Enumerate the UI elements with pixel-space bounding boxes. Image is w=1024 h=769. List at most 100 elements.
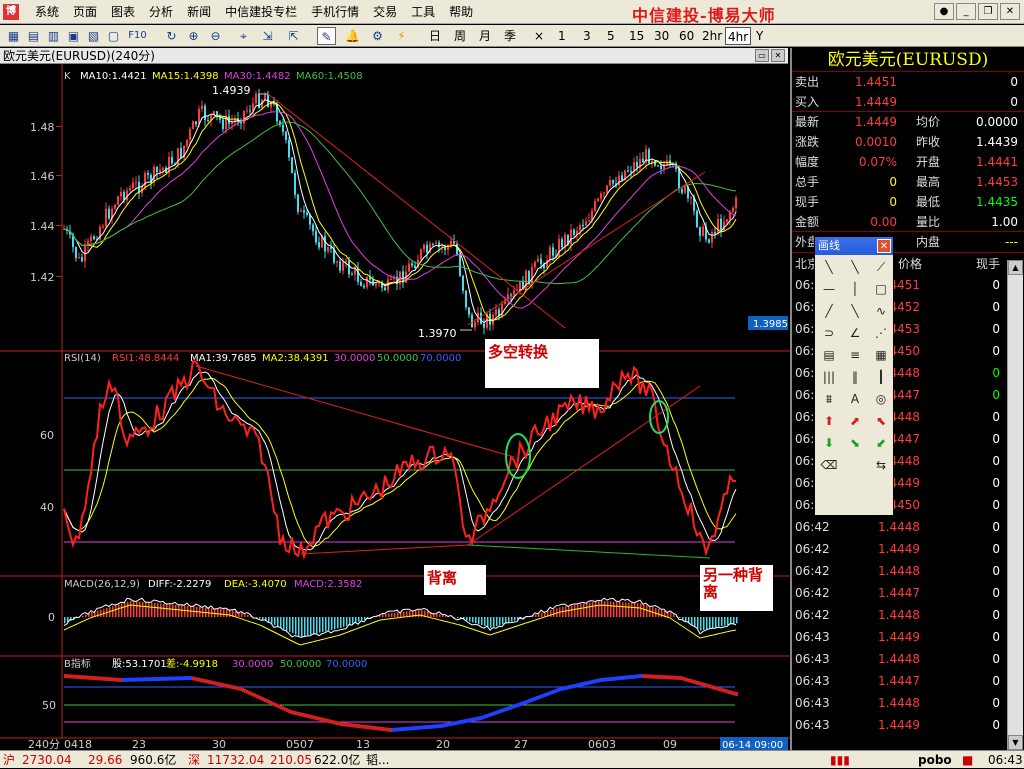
b-bar — [142, 677, 144, 681]
macd-bar — [643, 604, 645, 617]
candle-body — [459, 255, 461, 276]
fan-icon[interactable]: ⋰ — [868, 322, 894, 344]
eraser-icon[interactable]: ⌫ — [816, 454, 842, 476]
period-close[interactable]: × — [534, 27, 544, 45]
down-line-icon[interactable]: ╲ — [842, 300, 868, 322]
minimize-icon[interactable]: _ — [956, 3, 976, 20]
cycle-grid-icon[interactable]: ◎ — [868, 388, 894, 410]
period-2hr[interactable]: 2hr — [702, 27, 722, 45]
period-quarter[interactable]: 季 — [504, 27, 516, 45]
app-icon[interactable]: ● — [934, 3, 954, 20]
wave-icon[interactable]: ∿ — [868, 300, 894, 322]
period-icon[interactable]: ‖ — [842, 366, 868, 388]
rsi-l70-label: 70.0000 — [420, 353, 461, 364]
period-3min[interactable]: 3 — [583, 27, 591, 45]
b-bar — [728, 690, 730, 694]
period-60min[interactable]: 60 — [679, 27, 694, 45]
zoom-out-icon[interactable]: ⊖ — [206, 27, 225, 45]
gann-icon[interactable]: ▦ — [868, 344, 894, 366]
up-line-icon[interactable]: ╱ — [816, 300, 842, 322]
draw-panel-close-icon[interactable]: ✕ — [877, 239, 891, 253]
period-1min[interactable]: 1 — [558, 27, 566, 45]
lightning-icon[interactable]: ⚡ — [392, 27, 411, 45]
b-bar — [584, 682, 586, 686]
chart-restore-icon[interactable]: ▭ — [755, 49, 769, 62]
ray-icon[interactable]: ╲ — [842, 256, 868, 278]
export-icon[interactable]: ⇲ — [258, 27, 277, 45]
candle-body — [162, 168, 164, 170]
b-bar — [396, 728, 398, 732]
toolbar-window-icon[interactable]: ▢ — [104, 27, 123, 45]
menu-chart[interactable]: 图表 — [104, 0, 142, 24]
zoom-in-icon[interactable]: ⊕ — [184, 27, 203, 45]
extended-line-icon[interactable]: ⟋ — [868, 256, 894, 278]
toolbar-settings-icon[interactable]: ⚙ — [368, 27, 387, 45]
up-arrow-icon[interactable]: ⬆ — [816, 410, 842, 432]
alarm-bell-icon[interactable]: 🔔 — [343, 27, 362, 45]
up-left-arrow-icon[interactable]: ⬉ — [868, 410, 894, 432]
period-30min[interactable]: 30 — [654, 27, 669, 45]
quote-v1: 0 — [889, 172, 897, 192]
draw-pen-icon[interactable]: ✎ — [317, 27, 336, 45]
fibonacci-icon[interactable]: ≡ — [842, 344, 868, 366]
lock-icon[interactable]: ⇆ — [868, 454, 894, 476]
toolbar-table-icon[interactable]: ▣ — [64, 27, 83, 45]
channel-icon[interactable]: ▤ — [816, 344, 842, 366]
angle-icon[interactable]: ∠ — [842, 322, 868, 344]
app-logo-icon[interactable]: 博 — [3, 4, 19, 20]
period-day[interactable]: 日 — [429, 27, 441, 45]
period-week[interactable]: 周 — [454, 27, 466, 45]
rectangle-icon[interactable]: □ — [868, 278, 894, 300]
down-right-arrow-icon[interactable]: ⬊ — [842, 432, 868, 454]
down-left-arrow-icon[interactable]: ⬋ — [868, 432, 894, 454]
line-segment-icon[interactable]: ╲ — [816, 256, 842, 278]
chart-area[interactable]: K MA10:1.4421 MA15:1.4398 MA30:1.4482 MA… — [0, 64, 790, 750]
scroll-up-icon[interactable]: ▲ — [1008, 260, 1023, 275]
arc-icon[interactable]: ⊃ — [816, 322, 842, 344]
cycle-icon[interactable]: ||| — [816, 366, 842, 388]
menu-page[interactable]: 页面 — [66, 0, 104, 24]
toolbar-tool-icon[interactable]: ⌖ — [234, 27, 253, 45]
scroll-down-icon[interactable]: ▼ — [1008, 735, 1023, 750]
toolbar-chart-icon[interactable]: ▥ — [44, 27, 63, 45]
trend-icon[interactable]: ⩩ — [816, 388, 842, 410]
toolbar-f10-icon[interactable]: F10 — [128, 27, 147, 45]
candle-body — [207, 120, 209, 121]
time-zone-icon[interactable]: ┃ — [868, 366, 894, 388]
refresh-icon[interactable]: ↻ — [162, 27, 181, 45]
menu-trade[interactable]: 交易 — [366, 0, 404, 24]
candle-body — [144, 173, 146, 188]
period-15min[interactable]: 15 — [629, 27, 644, 45]
period-4hr[interactable]: 4hr — [725, 27, 751, 45]
menu-news[interactable]: 新闻 — [180, 0, 218, 24]
menu-analysis[interactable]: 分析 — [142, 0, 180, 24]
toolbar-list-icon[interactable]: ▤ — [24, 27, 43, 45]
horizontal-line-icon[interactable]: — — [816, 278, 842, 300]
b-bar — [578, 683, 580, 687]
period-year[interactable]: Y — [756, 27, 763, 45]
chart-close-icon[interactable]: ✕ — [771, 49, 785, 62]
quote-l1: 金额 — [795, 212, 819, 232]
trade-scrollbar[interactable]: ▲ ▼ — [1007, 260, 1023, 750]
b-bar — [574, 684, 576, 688]
period-5min[interactable]: 5 — [607, 27, 615, 45]
menu-system[interactable]: 系统 — [28, 0, 66, 24]
quote-v2: 1.4441 — [976, 152, 1018, 172]
toolbar-bar-icon[interactable]: ▧ — [84, 27, 103, 45]
vertical-line-icon[interactable]: │ — [842, 278, 868, 300]
import-icon[interactable]: ⇱ — [284, 27, 303, 45]
toolbar-grid-icon[interactable]: ▦ — [4, 27, 23, 45]
news-ticker[interactable]: 韬... — [366, 751, 389, 769]
trade-price: 1.4448 — [878, 692, 920, 714]
down-arrow-icon[interactable]: ⬇ — [816, 432, 842, 454]
text-icon[interactable]: A — [842, 388, 868, 410]
up-right-arrow-icon[interactable]: ⬈ — [842, 410, 868, 432]
period-month[interactable]: 月 — [479, 27, 491, 45]
close-icon[interactable]: ✕ — [1000, 3, 1020, 20]
candle-body — [726, 219, 728, 222]
menu-help[interactable]: 帮助 — [442, 0, 480, 24]
menu-mobile[interactable]: 手机行情 — [304, 0, 366, 24]
restore-icon[interactable]: ❐ — [978, 3, 998, 20]
menu-column[interactable]: 中信建投专栏 — [218, 0, 304, 24]
menu-tools[interactable]: 工具 — [404, 0, 442, 24]
